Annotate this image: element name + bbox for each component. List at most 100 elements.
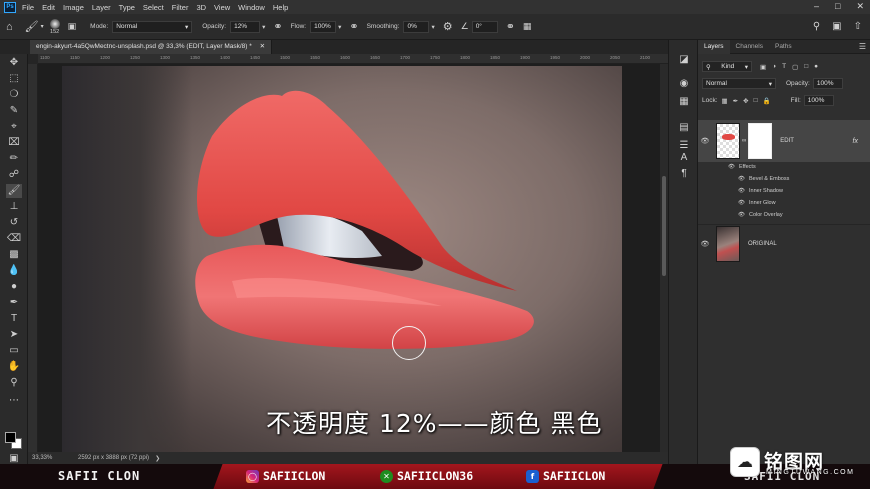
layer-fx-icon[interactable]: fx (853, 138, 858, 145)
brush-settings-icon[interactable]: ▣ (68, 21, 77, 32)
quick-select-icon[interactable]: ✎ (6, 104, 22, 118)
color-panel-icon[interactable]: ◉ (678, 78, 690, 90)
search-icon[interactable]: ⚲ (813, 21, 820, 32)
symmetry-icon[interactable]: ▦ (523, 21, 532, 32)
more-tools-icon[interactable]: ⋯ (6, 394, 22, 408)
filter-pixel-icon[interactable]: ▣ (760, 63, 766, 71)
stamp-icon[interactable]: ⊥ (6, 200, 22, 214)
layer-mask-thumbnail[interactable] (748, 123, 773, 159)
zoom-level[interactable]: 33,33% (32, 455, 72, 461)
menu-help[interactable]: Help (273, 3, 288, 12)
dodge-icon[interactable]: ● (6, 280, 22, 294)
menu-3d[interactable]: 3D (196, 3, 206, 12)
properties-panel-icon[interactable]: ☰ (678, 140, 690, 152)
filter-shape-icon[interactable]: ▢ (792, 63, 798, 71)
pen-icon[interactable]: ✒ (6, 296, 22, 310)
layer-opacity-field[interactable]: 100% (812, 78, 843, 89)
mode-select[interactable]: Normal ▾ (112, 20, 193, 33)
filter-toggle-icon[interactable]: ● (814, 63, 818, 70)
eraser-icon[interactable]: ⌫ (6, 232, 22, 246)
fill-field[interactable]: 100% (803, 95, 834, 106)
filter-smart-object-icon[interactable]: □ (804, 63, 808, 70)
tab-channels[interactable]: Channels (730, 40, 769, 54)
lock-artboard-icon[interactable]: □ (754, 97, 758, 104)
vertical-scrollbar[interactable] (660, 64, 668, 452)
paragraph-panel-icon[interactable]: ¶ (678, 168, 690, 180)
menu-layer[interactable]: Layer (92, 3, 111, 12)
tab-layers[interactable]: Layers (698, 39, 730, 54)
effect-bevel-emboss[interactable]: 👁 Bevel & Emboss (738, 176, 789, 182)
eyedropper-icon[interactable]: ✏ (6, 152, 22, 166)
lasso-icon[interactable]: ❍ (6, 88, 22, 102)
menu-filter[interactable]: Filter (172, 3, 189, 12)
share-icon[interactable]: ⇧ (854, 21, 862, 32)
chevron-down-icon[interactable]: ▾ (431, 23, 434, 31)
document-tab[interactable]: engin-akyurt-4a5QwMectnc-unsplash.psd @ … (30, 40, 273, 54)
close-icon[interactable]: ✕ (856, 1, 864, 12)
path-select-icon[interactable]: ➤ (6, 328, 22, 342)
effect-color-overlay[interactable]: 👁 Color Overlay (738, 212, 783, 218)
frame-icon[interactable]: ⌧ (6, 136, 22, 150)
angle-field[interactable]: 0° (471, 20, 498, 33)
effect-inner-glow[interactable]: 👁 Inner Glow (738, 200, 776, 206)
brush-tool-preset-icon[interactable]: 🖌 ▾ (25, 20, 44, 33)
visibility-eye-icon[interactable]: 👁 (698, 137, 712, 145)
swatches-panel-icon[interactable]: ▦ (678, 96, 690, 108)
menu-window[interactable]: Window (238, 3, 265, 12)
visibility-eye-icon[interactable]: 👁 (738, 176, 745, 182)
chevron-right-icon[interactable]: ❯ (155, 455, 160, 462)
brush-icon[interactable]: 🖌 (6, 184, 22, 198)
smoothing-field[interactable]: 0% (403, 20, 430, 33)
zoom-icon[interactable]: ⚲ (6, 376, 22, 390)
type-icon[interactable]: T (6, 312, 22, 326)
layer-row-edit[interactable]: 👁 ∞ EDIT fx (698, 120, 870, 162)
gradient-icon[interactable]: ▩ (6, 248, 22, 262)
flow-field[interactable]: 100% (310, 20, 337, 33)
smoothing-options-gear-icon[interactable]: ⚙ (443, 20, 453, 33)
menu-image[interactable]: Image (63, 3, 84, 12)
move-icon[interactable]: ✥ (6, 56, 22, 70)
lock-all-icon[interactable]: 🔒 (763, 97, 771, 105)
canvas-area[interactable]: 不透明度 12%——颜色 黑色 (38, 64, 660, 452)
visibility-eye-icon[interactable]: 👁 (728, 164, 735, 170)
menu-file[interactable]: File (22, 3, 34, 12)
close-tab-icon[interactable]: ✕ (260, 43, 265, 50)
workspace-icon[interactable]: ▣ (832, 21, 841, 32)
history-panel-icon[interactable]: ◪ (678, 54, 690, 66)
lock-image-icon[interactable]: ✒ (733, 97, 738, 105)
visibility-eye-icon[interactable]: 👁 (698, 240, 712, 248)
chevron-down-icon[interactable]: ▾ (262, 23, 265, 31)
filter-adjustment-icon[interactable]: ◑ (772, 63, 776, 70)
foreground-color-swatch[interactable] (5, 432, 16, 443)
lock-position-icon[interactable]: ✥ (743, 97, 748, 105)
tab-paths[interactable]: Paths (769, 40, 798, 54)
effects-header[interactable]: 👁 Effects (728, 164, 756, 170)
filter-type-icon[interactable]: T (782, 63, 786, 70)
effect-inner-shadow[interactable]: 👁 Inner Shadow (738, 188, 783, 194)
menu-type[interactable]: Type (119, 3, 135, 12)
crop-icon[interactable]: ⌖ (6, 120, 22, 134)
lock-transparent-icon[interactable]: ▦ (722, 97, 728, 105)
brush-size-picker[interactable]: 152 (49, 18, 60, 35)
rectangle-icon[interactable]: ▭ (6, 344, 22, 358)
opacity-field[interactable]: 12% (230, 20, 261, 33)
pressure-opacity-icon[interactable]: ⚭ (273, 20, 282, 33)
layer-filter-select[interactable]: ⚲ Kind ▾ (702, 61, 752, 72)
menu-view[interactable]: View (214, 3, 230, 12)
scroll-thumb[interactable] (662, 176, 666, 276)
adjustments-panel-icon[interactable]: ▤ (678, 122, 690, 134)
visibility-eye-icon[interactable]: 👁 (738, 188, 745, 194)
chevron-down-icon[interactable]: ▾ (338, 23, 341, 31)
blur-icon[interactable]: 💧 (6, 264, 22, 278)
minimize-icon[interactable]: – (814, 1, 819, 12)
maximize-icon[interactable]: □ (835, 1, 840, 12)
character-panel-icon[interactable]: A (678, 152, 690, 164)
visibility-eye-icon[interactable]: 👁 (738, 200, 745, 206)
airbrush-icon[interactable]: ⚭ (349, 20, 358, 33)
visibility-eye-icon[interactable]: 👁 (738, 212, 745, 218)
panel-menu-icon[interactable]: ☰ (859, 42, 866, 51)
hand-icon[interactable]: ✋ (6, 360, 22, 374)
menu-edit[interactable]: Edit (42, 3, 55, 12)
document-image[interactable] (62, 66, 622, 452)
pressure-size-icon[interactable]: ⚭ (506, 20, 515, 33)
